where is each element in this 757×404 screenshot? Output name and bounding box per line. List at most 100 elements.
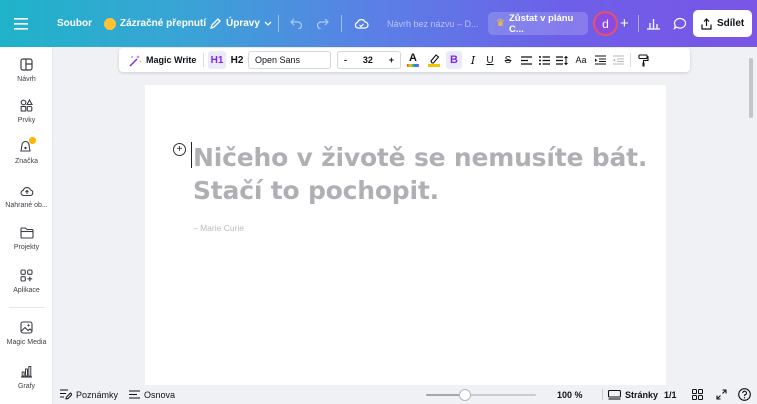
outline-button[interactable]: Osnova [129, 385, 175, 404]
sidebar-item-label: Návrh [17, 76, 36, 83]
share-label: Sdílet [717, 18, 745, 29]
pages-button[interactable]: Stránky [608, 385, 658, 404]
apps-icon [20, 269, 33, 282]
left-sidebar: Návrh Prvky Značka Nahrané ob... Projekt… [0, 47, 53, 404]
undo-icon [290, 18, 303, 29]
comment-icon [673, 17, 687, 30]
align-button[interactable] [519, 48, 533, 72]
text-format-toolbar: Magic Write H1 H2 Open Sans - 32 + A B I… [119, 48, 690, 72]
undo-button[interactable] [290, 0, 303, 47]
folder-icon [19, 227, 34, 239]
letter-case-button[interactable]: Aa [573, 48, 589, 72]
align-left-icon [520, 55, 532, 65]
font-size-input[interactable]: 32 [363, 55, 373, 65]
divider [9, 307, 44, 308]
redo-button[interactable] [316, 0, 329, 47]
heading-2-button[interactable]: H2 [228, 48, 246, 72]
sidebar-item-label: Projekty [13, 244, 40, 251]
sidebar-item-brand[interactable]: Značka [0, 137, 53, 165]
chevron-down-icon [264, 21, 272, 26]
upgrade-plan-button[interactable]: ♛ Zůstat v plánu C... [488, 12, 588, 35]
heading-1-button[interactable]: H1 [208, 51, 226, 69]
increase-font-size-button[interactable]: + [389, 55, 394, 65]
magic-media-icon [20, 321, 33, 334]
share-button[interactable]: Sdílet [693, 10, 752, 37]
sidebar-item-magic-media[interactable]: Magic Media [0, 321, 53, 346]
insights-button[interactable] [646, 0, 661, 47]
notes-icon [60, 389, 72, 400]
fullscreen-button[interactable] [716, 385, 727, 404]
comments-button[interactable] [673, 0, 687, 47]
elements-icon [20, 99, 33, 112]
avatar[interactable]: d [593, 11, 618, 36]
italic-button[interactable]: I [466, 48, 480, 72]
hamburger-menu-icon[interactable] [14, 0, 28, 47]
notes-button[interactable]: Poznámky [60, 385, 118, 404]
add-element-button[interactable]: + [173, 143, 186, 156]
text-cursor [191, 142, 192, 168]
underline-button[interactable]: U [483, 48, 497, 72]
line-spacing-button[interactable] [555, 48, 569, 72]
magic-switch-button[interactable]: Zázračné přepnutí [104, 0, 206, 47]
quote-heading[interactable]: Ničeho v životě se nemusíte bát. Stačí t… [193, 141, 647, 207]
bottom-bar: Poznámky Osnova 100 % Stránky 1/1 [53, 385, 757, 404]
grid-view-icon [692, 389, 703, 400]
quote-author[interactable]: – Marie Curie [193, 223, 244, 233]
sidebar-item-label: Magic Media [6, 339, 47, 346]
zoom-slider[interactable] [426, 389, 536, 401]
brand-icon [19, 137, 36, 153]
charts-icon [21, 366, 32, 378]
font-family-dropdown[interactable]: Open Sans [248, 51, 331, 69]
notes-label: Poznámky [76, 389, 119, 400]
zoom-level[interactable]: 100 % [557, 385, 583, 404]
text-color-icon: A [409, 52, 417, 64]
crown-icon: ♛ [496, 18, 505, 29]
highlight-color-button[interactable] [425, 48, 443, 72]
document-title[interactable]: Návrh bez názvu – D... [387, 0, 479, 47]
line-spacing-icon [556, 55, 568, 65]
outdent-button[interactable] [611, 48, 625, 72]
divider [341, 15, 342, 32]
top-bar: Soubor Zázračné přepnutí Úpravy Návrh be… [0, 0, 757, 47]
magic-write-button[interactable]: Magic Write [128, 48, 196, 72]
quote-line-1: Ničeho v životě se nemusíte bát. [193, 143, 648, 172]
file-menu-button[interactable]: Soubor [57, 0, 92, 47]
bold-button[interactable]: B [446, 51, 462, 69]
paint-roller-icon [637, 53, 649, 66]
grid-view-button[interactable] [692, 385, 703, 404]
sidebar-item-label: Značka [15, 158, 38, 165]
divider [602, 389, 603, 400]
sidebar-item-projects[interactable]: Projekty [0, 227, 53, 251]
add-collaborator-button[interactable]: + [620, 0, 629, 47]
indent-button[interactable] [593, 48, 607, 72]
sidebar-item-apps[interactable]: Aplikace [0, 269, 53, 294]
bullet-list-button[interactable] [537, 48, 551, 72]
upload-icon [19, 187, 33, 197]
decrease-font-size-button[interactable]: - [344, 55, 347, 65]
sidebar-item-label: Prvky [17, 117, 36, 124]
design-page[interactable]: Ničeho v životě se nemusíte bát. Stačí t… [145, 85, 666, 404]
zoom-slider-handle[interactable] [458, 389, 471, 401]
sidebar-item-label: Nahrané ob... [5, 202, 48, 209]
edit-menu-button[interactable]: Úpravy [209, 0, 272, 47]
vertical-scrollbar[interactable] [749, 58, 753, 118]
help-icon [738, 388, 751, 401]
text-color-button[interactable]: A [404, 48, 422, 72]
sidebar-item-charts[interactable]: Grafy [0, 365, 53, 390]
sidebar-item-label: Aplikace [13, 287, 40, 294]
divider [630, 53, 631, 67]
sidebar-item-elements[interactable]: Prvky [0, 99, 53, 124]
redo-icon [316, 18, 329, 29]
page-counter[interactable]: 1/1 [664, 385, 677, 404]
strikethrough-button[interactable]: S [501, 48, 515, 72]
copy-style-button[interactable] [636, 48, 650, 72]
divider [278, 15, 279, 32]
sidebar-item-uploads[interactable]: Nahrané ob... [0, 185, 53, 209]
crown-icon [104, 17, 116, 30]
help-button[interactable] [738, 385, 751, 404]
sidebar-item-design[interactable]: Návrh [0, 58, 53, 83]
pages-label: Stránky [625, 389, 659, 400]
divider [203, 53, 204, 67]
cloud-saved-button[interactable] [354, 0, 369, 47]
divider [638, 15, 639, 32]
